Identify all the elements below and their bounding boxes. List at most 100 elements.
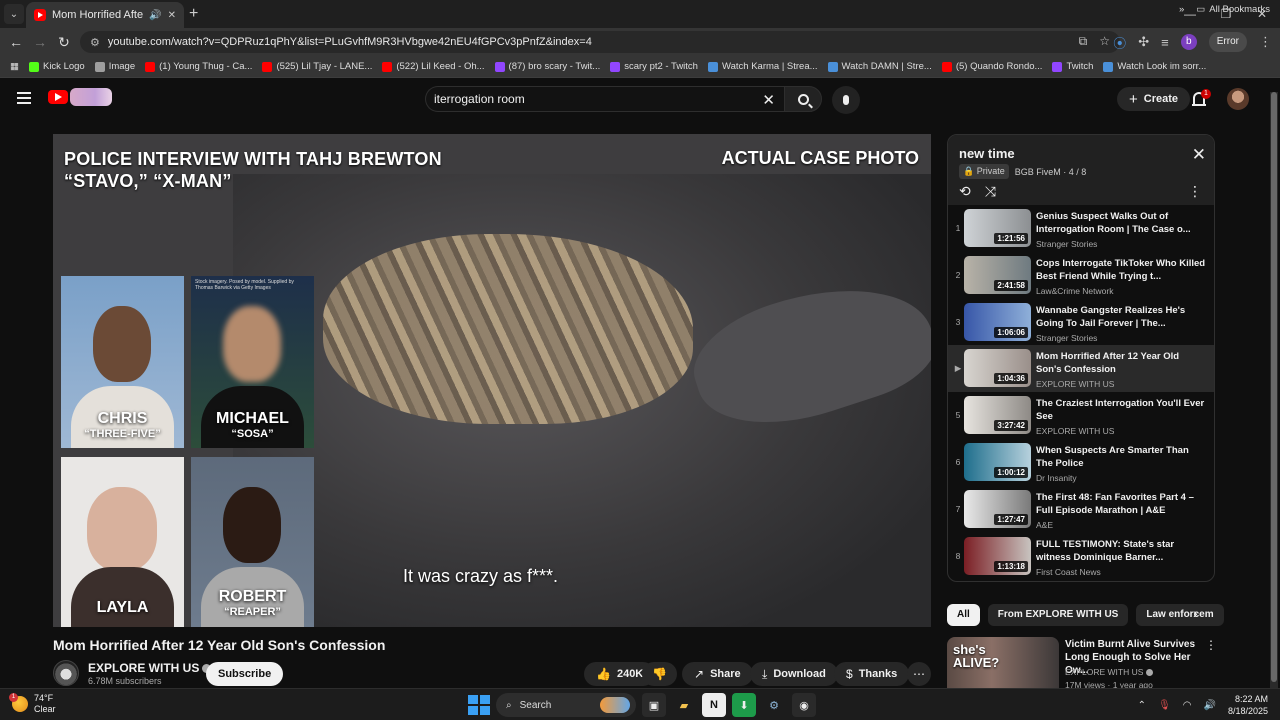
dislike-button[interactable]: 👎	[642, 662, 677, 686]
channel-avatar[interactable]	[53, 660, 79, 686]
active-tab[interactable]: Mom Horrified After 12 Year 🔊 ✕	[26, 2, 184, 28]
bookmark-item[interactable]: (87) bro scary - Twit...	[494, 61, 600, 72]
playlist-item[interactable]: ▶ 1:04:36 Mom Horrified After 12 Year Old …	[948, 345, 1214, 393]
video-player[interactable]: POLICE INTERVIEW WITH TAHJ BREWTON “STAV…	[53, 134, 931, 627]
playlist-item-title[interactable]: FULL TESTIMONY: State's star witness Dom…	[1036, 538, 1206, 564]
scrollbar-thumb[interactable]	[1271, 92, 1277, 682]
channel-name-link[interactable]: EXPLORE WITH US	[88, 661, 199, 675]
playlist-item-thumbnail[interactable]: 1:06:06	[964, 302, 1031, 341]
bookmark-item[interactable]: (5) Quando Rondo...	[941, 61, 1042, 72]
apps-grid-icon[interactable]: ▦	[10, 61, 19, 72]
windows-start-icon[interactable]	[466, 693, 490, 717]
puzzle-icon[interactable]: ✣	[1138, 34, 1149, 50]
playlist-item-title[interactable]: Cops Interrogate TikToker Who Killed Bes…	[1036, 257, 1206, 283]
thanks-button[interactable]: $ Thanks	[834, 662, 910, 686]
steam-icon[interactable]: ⚙	[762, 693, 786, 717]
volume-icon[interactable]: 🔊	[1204, 700, 1216, 711]
menu-dots-icon[interactable]: ⋮	[1259, 34, 1272, 50]
clear-search-icon[interactable]: ✕	[762, 91, 775, 109]
bookmark-item[interactable]: Image	[94, 61, 135, 72]
playlist-item[interactable]: 5 3:27:42 The Craziest Interrogation You'l…	[948, 392, 1214, 439]
chrome-icon[interactable]: ◉	[792, 693, 816, 717]
tray-overflow-icon[interactable]: ⌃	[1138, 700, 1146, 711]
search-button[interactable]	[784, 86, 822, 112]
channel-name[interactable]: EXPLORE WITH US	[88, 661, 212, 675]
profile-avatar[interactable]: b	[1180, 34, 1197, 50]
all-bookmarks-folder[interactable]: ▭ All Bookmarks	[1196, 4, 1270, 15]
playlist-close-icon[interactable]: ✕	[1192, 145, 1206, 165]
playlist-item-thumbnail[interactable]: 1:04:36	[964, 349, 1031, 388]
playlist-item[interactable]: 7 1:27:47 The First 48: Fan Favorites Part…	[948, 486, 1214, 533]
voice-search-button[interactable]	[832, 86, 860, 114]
green-app-icon[interactable]: ⬇	[732, 693, 756, 717]
back-button[interactable]: ←	[4, 34, 28, 50]
bookmarks-overflow-icon[interactable]: »	[1179, 4, 1184, 15]
playlist-item-thumbnail[interactable]: 1:13:18	[964, 536, 1031, 575]
filter-chip[interactable]: All	[947, 604, 980, 626]
playlist-title[interactable]: new time	[959, 146, 1015, 161]
speaker-icon[interactable]: 🔊	[149, 10, 161, 21]
extension-icon[interactable]: ⦿	[1113, 33, 1126, 52]
playlist-item[interactable]: 1 1:21:56 Genius Suspect Walks Out of Inte…	[948, 205, 1214, 252]
forward-button[interactable]: →	[28, 34, 52, 50]
recommended-channel-link[interactable]: EXPLORE WITH US	[1065, 667, 1143, 677]
account-avatar[interactable]	[1227, 88, 1249, 110]
playlist-item-thumbnail[interactable]: 1:00:12	[964, 442, 1031, 481]
error-button[interactable]: Error	[1208, 32, 1247, 52]
recommended-menu-icon[interactable]: ⋮	[1205, 638, 1217, 652]
search-input[interactable]	[434, 92, 754, 106]
bookmark-item[interactable]: Watch Karma | Strea...	[707, 61, 818, 72]
media-control-icon[interactable]: ≡	[1161, 35, 1169, 50]
youtube-doodle[interactable]	[70, 88, 112, 106]
tab-close-icon[interactable]: ✕	[168, 10, 176, 21]
playlist-item-title[interactable]: Wannabe Gangster Realizes He's Going To …	[1036, 304, 1206, 330]
address-bar[interactable]: ⚙ youtube.com/watch?v=QDPRuz1qPhY&list=P…	[80, 31, 1120, 53]
playlist-item-thumbnail[interactable]: 3:27:42	[964, 396, 1031, 435]
playlist-item-title[interactable]: Mom Horrified After 12 Year Old Son's Co…	[1036, 350, 1206, 376]
wifi-icon[interactable]: ◠	[1183, 700, 1192, 711]
playlist-menu-icon[interactable]: ⋮	[1188, 183, 1202, 200]
hamburger-menu-icon[interactable]	[17, 92, 31, 104]
more-actions-icon[interactable]: ⋯	[907, 662, 931, 686]
bookmark-star-icon[interactable]: ☆	[1099, 34, 1110, 49]
download-button[interactable]: ⤓ Download	[750, 662, 838, 686]
bookmark-item[interactable]: Watch DAMN | Stre...	[827, 61, 932, 72]
recommended-channel[interactable]: EXPLORE WITH US	[1065, 667, 1154, 677]
filter-chip[interactable]: From EXPLORE WITH US	[987, 604, 1129, 626]
weather-widget[interactable]: 1 74°F Clear	[9, 693, 56, 715]
share-button[interactable]: ↗ Share	[682, 662, 753, 686]
playlist-item[interactable]: 8 1:13:18 FULL TESTIMONY: State's star wit…	[948, 533, 1214, 580]
taskbar-clock[interactable]: 8:22 AM 8/18/2025	[1228, 693, 1268, 717]
playlist-item-title[interactable]: The Craziest Interrogation You'll Ever S…	[1036, 397, 1206, 423]
taskbar-search[interactable]: ⌕ Search	[496, 693, 636, 717]
site-info-icon[interactable]: ⚙	[90, 36, 100, 49]
loop-icon[interactable]: ⟲	[959, 183, 971, 200]
bookmark-item[interactable]: Kick Logo	[28, 61, 85, 72]
bookmark-item[interactable]: scary pt2 - Twitch	[610, 61, 698, 72]
bookmark-item[interactable]: (522) Lil Keed - Oh...	[382, 61, 485, 72]
youtube-logo-icon[interactable]	[48, 90, 68, 104]
reload-button[interactable]: ↻	[52, 34, 76, 51]
playlist-item-thumbnail[interactable]: 1:21:56	[964, 209, 1031, 247]
filter-chip[interactable]: Law enforcem	[1136, 604, 1224, 626]
notion-icon[interactable]: N	[702, 693, 726, 717]
bookmark-item[interactable]: Watch Look im sorr...	[1103, 61, 1206, 72]
chevron-right-icon[interactable]: ›	[1193, 605, 1198, 621]
new-tab-button[interactable]: +	[189, 5, 198, 23]
recommended-thumbnail[interactable]: she's ALIVE?	[947, 637, 1059, 689]
playlist-item-thumbnail[interactable]: 2:41:58	[964, 255, 1031, 294]
create-button[interactable]: + Create	[1117, 87, 1191, 111]
playlist-item[interactable]: 3 1:06:06 Wannabe Gangster Realizes He's G…	[948, 299, 1214, 346]
page-scrollbar[interactable]	[1270, 92, 1278, 688]
playlist-item[interactable]: 2 2:41:58 Cops Interrogate TikToker Who Ki…	[948, 252, 1214, 299]
playlist-item-title[interactable]: When Suspects Are Smarter Than The Polic…	[1036, 444, 1206, 470]
install-app-icon[interactable]: ⧉	[1079, 34, 1088, 49]
tab-search-button[interactable]: ⌄	[4, 4, 24, 24]
playlist-item[interactable]: 6 1:00:12 When Suspects Are Smarter Than T…	[948, 439, 1214, 486]
bookmark-item[interactable]: (1) Young Thug - Ca...	[145, 61, 252, 72]
bookmark-item[interactable]: (525) Lil Tjay - LANE...	[262, 61, 372, 72]
microphone-tray-icon[interactable]: 🎙	[1158, 700, 1171, 711]
subscribe-button[interactable]: Subscribe	[206, 662, 284, 686]
playlist-item-thumbnail[interactable]: 1:27:47	[964, 489, 1031, 528]
bookmark-item[interactable]: Twitch	[1052, 61, 1093, 72]
